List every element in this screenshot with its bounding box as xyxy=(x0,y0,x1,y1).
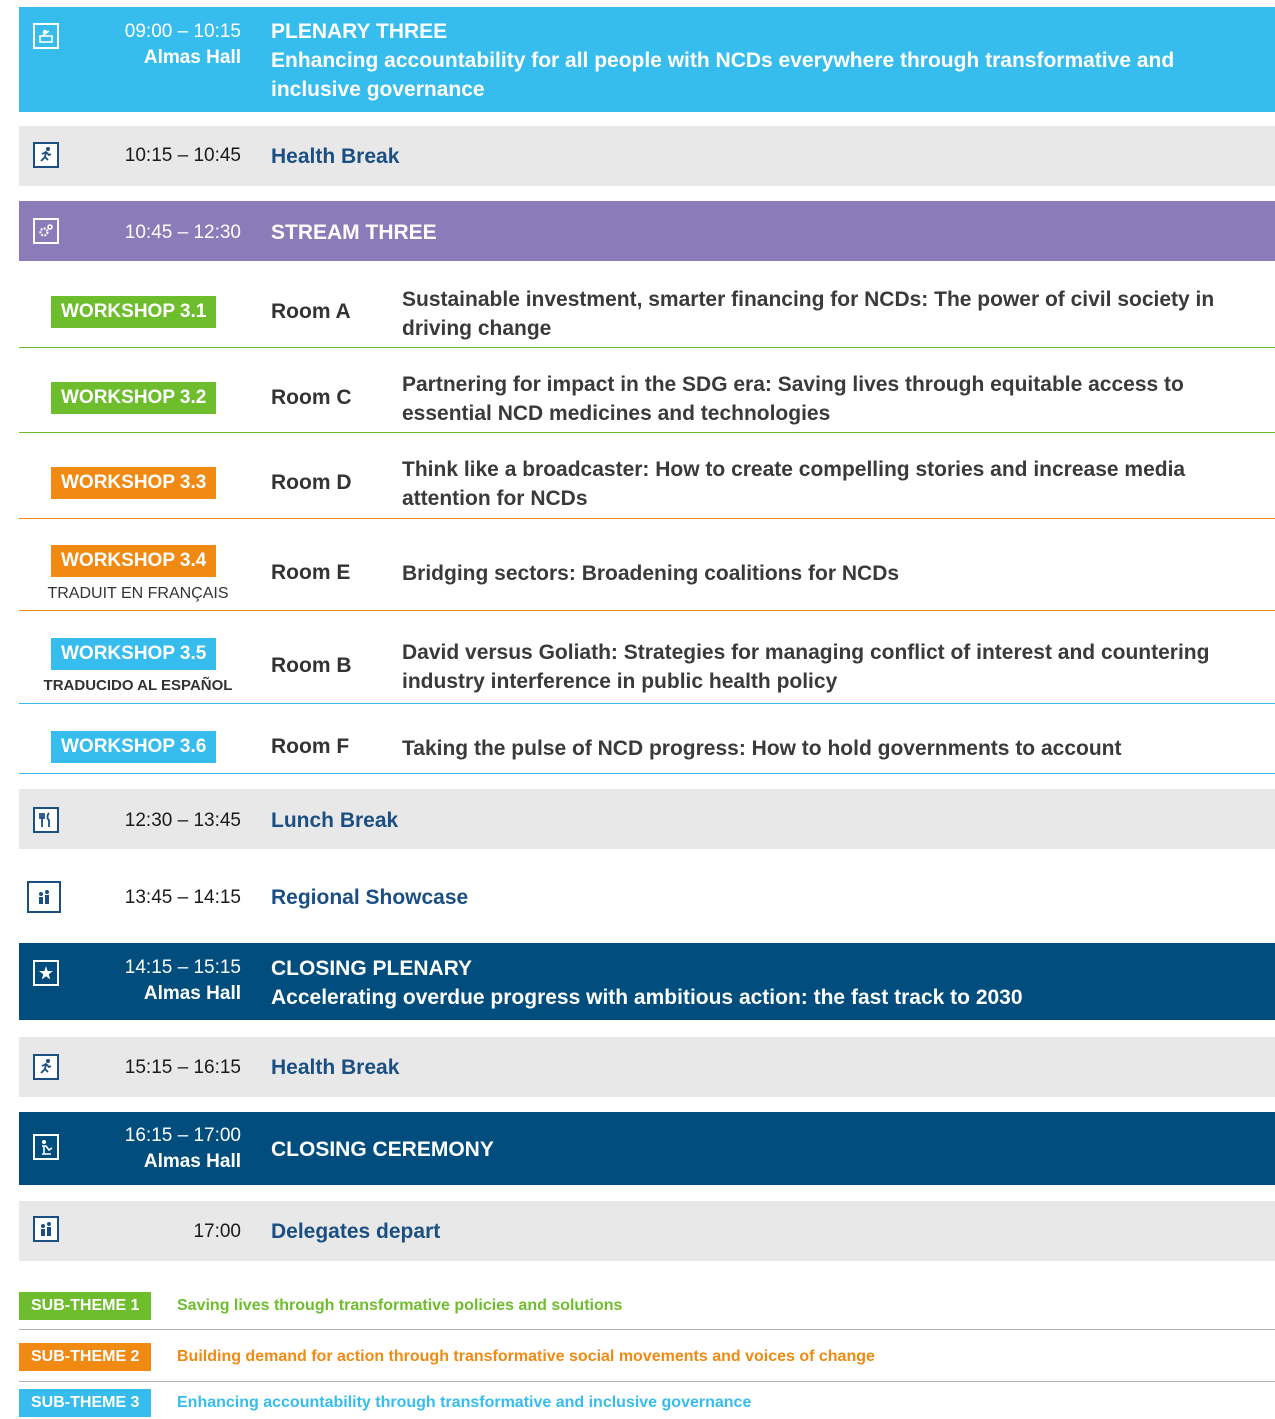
workshop-room: Room A xyxy=(271,300,351,323)
health-break-row: 15:15 – 16:15 Health Break xyxy=(19,1037,1275,1097)
workshop-title: Partnering for impact in the SDG era: Sa… xyxy=(402,373,1184,425)
legend-badge: SUB-THEME 2 xyxy=(19,1343,152,1371)
session-time: 12:30 – 13:45 xyxy=(124,810,241,831)
showcase-row: 13:45 – 14:15 Regional Showcase xyxy=(19,866,1275,928)
workshop-badge: WORKSHOP 3.6 xyxy=(51,731,217,763)
workshop-row: WORKSHOP 3.1 Room A Sustainable investme… xyxy=(19,262,1275,347)
divider xyxy=(19,773,1275,774)
session-title: CLOSING CEREMONY xyxy=(271,1138,494,1161)
session-time: 16:15 – 17:00 Almas Hall xyxy=(124,1125,241,1172)
workshop-row: WORKSHOP 3.3 Room D Think like a broadca… xyxy=(19,433,1275,518)
workshop-row: WORKSHOP 3.6 Room F Taking the pulse of … xyxy=(19,704,1275,773)
session-title: Health Break xyxy=(271,1056,400,1079)
stream-three-row: 10:45 – 12:30 STREAM THREE xyxy=(19,201,1275,261)
workshop-room: Room C xyxy=(271,386,352,409)
translation-note: TRADUIT EN FRANÇAIS xyxy=(47,585,229,602)
ceremony-icon xyxy=(33,1134,59,1160)
speaker-icon xyxy=(33,23,59,49)
runner-icon xyxy=(33,1054,59,1080)
health-break-row: 10:15 – 10:45 Health Break xyxy=(19,126,1275,186)
workshop-title: Think like a broadcaster: How to create … xyxy=(402,458,1186,510)
session-title: Health Break xyxy=(271,145,400,168)
depart-row: 17:00 Delegates depart xyxy=(19,1201,1275,1261)
workshop-title: David versus Goliath: Strategies for man… xyxy=(402,641,1210,693)
workshop-room: Room D xyxy=(271,471,352,494)
session-title: PLENARY THREE Enhancing accountability f… xyxy=(271,17,1265,104)
session-time: 10:45 – 12:30 xyxy=(124,222,241,243)
workshop-badge: WORKSHOP 3.3 xyxy=(51,467,217,499)
workshop-row: WORKSHOP 3.2 Room C Partnering for impac… xyxy=(19,348,1275,433)
plenary-three-row: 09:00 – 10:15 Almas Hall PLENARY THREE E… xyxy=(19,7,1275,112)
legend-badge: SUB-THEME 3 xyxy=(19,1389,152,1417)
workshop-badge: WORKSHOP 3.4 xyxy=(51,545,217,577)
workshop-row: WORKSHOP 3.4 TRADUIT EN FRANÇAIS Room E … xyxy=(19,519,1275,610)
divider xyxy=(19,1329,1275,1330)
people-icon xyxy=(27,881,61,913)
legend-sub-theme-3: SUB-THEME 3 Enhancing accountability thr… xyxy=(19,1389,1275,1419)
people-icon xyxy=(33,1216,59,1242)
session-time: 13:45 – 14:15 xyxy=(124,887,241,908)
session-title: Regional Showcase xyxy=(271,886,469,909)
session-time: 17:00 xyxy=(193,1221,241,1242)
session-time: 14:15 – 15:15 Almas Hall xyxy=(124,957,241,1004)
lunch-row: 12:30 – 13:45 Lunch Break xyxy=(19,789,1275,849)
workshop-badge: WORKSHOP 3.5 xyxy=(51,638,217,670)
workshop-title: Taking the pulse of NCD progress: How to… xyxy=(402,737,1122,760)
divider xyxy=(19,1381,1275,1382)
session-title: STREAM THREE xyxy=(271,221,437,244)
session-subtitle: Accelerating overdue progress with ambit… xyxy=(271,986,1023,1009)
closing-plenary-row: 14:15 – 15:15 Almas Hall CLOSING PLENARY… xyxy=(19,943,1275,1020)
runner-icon xyxy=(33,142,59,168)
legend-badge: SUB-THEME 1 xyxy=(19,1292,152,1320)
legend-text: Saving lives through transformative poli… xyxy=(177,1297,623,1314)
legend-text: Building demand for action through trans… xyxy=(177,1348,875,1365)
closing-ceremony-row: 16:15 – 17:00 Almas Hall CLOSING CEREMON… xyxy=(19,1112,1275,1185)
workshop-room: Room F xyxy=(271,735,350,758)
session-subtitle: Enhancing accountability for all people … xyxy=(271,49,1175,101)
session-title: CLOSING PLENARY Accelerating overdue pro… xyxy=(271,954,1265,1012)
workshop-badge: WORKSHOP 3.1 xyxy=(51,296,217,328)
legend-sub-theme-2: SUB-THEME 2 Building demand for action t… xyxy=(19,1343,1275,1373)
session-time: 09:00 – 10:15 Almas Hall xyxy=(124,21,241,68)
session-title: Lunch Break xyxy=(271,809,399,832)
legend-sub-theme-1: SUB-THEME 1 Saving lives through transfo… xyxy=(19,1292,1275,1322)
cutlery-icon xyxy=(33,807,59,833)
workshop-title: Sustainable investment, smarter financin… xyxy=(402,288,1215,340)
workshop-badge: WORKSHOP 3.2 xyxy=(51,382,217,414)
translation-note: TRADUCIDO AL ESPAÑOL xyxy=(43,677,233,694)
session-time: 15:15 – 16:15 xyxy=(124,1057,241,1078)
workshop-row: WORKSHOP 3.5 TRADUCIDO AL ESPAÑOL Room B… xyxy=(19,611,1275,703)
legend-text: Enhancing accountability through transfo… xyxy=(177,1394,752,1411)
session-title: Delegates depart xyxy=(271,1220,441,1243)
workshop-room: Room E xyxy=(271,561,351,584)
star-icon xyxy=(33,960,59,986)
session-time: 10:15 – 10:45 xyxy=(124,145,241,166)
gears-icon xyxy=(33,218,59,244)
workshop-room: Room B xyxy=(271,654,352,677)
workshop-title: Bridging sectors: Broadening coalitions … xyxy=(402,562,900,585)
